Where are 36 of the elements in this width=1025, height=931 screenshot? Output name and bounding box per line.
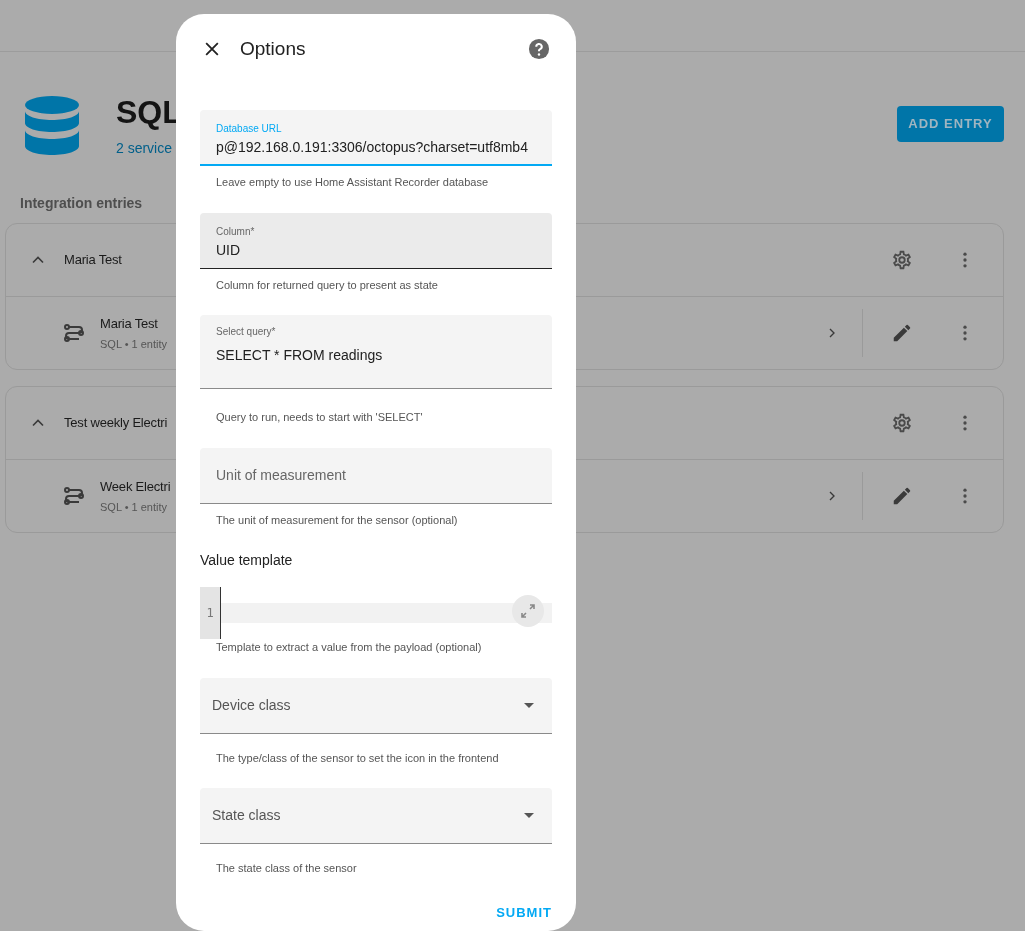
input-field[interactable]: Select query* SELECT * FROM readings	[200, 315, 552, 389]
edit-icon[interactable]	[891, 322, 913, 344]
service-icon	[62, 484, 86, 508]
helper-text: The state class of the sensor	[215, 861, 358, 876]
helper-text: The unit of measurement for the sensor (optional)	[215, 512, 459, 528]
help-icon[interactable]	[528, 38, 550, 60]
code-editor[interactable]: 1	[200, 587, 552, 639]
dialog-title: Options	[240, 36, 306, 61]
expand-icon[interactable]	[512, 595, 544, 627]
database-icon	[24, 95, 80, 157]
service-details: SQL • 1 entity	[100, 336, 168, 352]
helper-text: The type/class of the sensor to set the icon in the frontend	[215, 750, 500, 766]
settings-icon[interactable]	[891, 249, 913, 271]
edit-icon[interactable]	[891, 485, 913, 507]
service-name[interactable]: Maria Test	[100, 314, 168, 334]
helper-text: Template to extract a value from the payload (optional)	[215, 640, 483, 655]
service-name[interactable]: Week Electri	[100, 477, 171, 497]
section-heading: Value template	[200, 551, 294, 570]
dropdown-arrow-icon	[524, 702, 534, 708]
line-number: 1	[206, 605, 214, 622]
select-field[interactable]: State class	[200, 788, 552, 844]
helper-text: Leave empty to use Home Assistant Recorder database	[215, 175, 490, 190]
entry-title: Test weekly Electri	[64, 414, 168, 433]
integration-title: SQL	[116, 94, 182, 130]
helper-text: Query to run, needs to start with 'SELECT'	[215, 410, 424, 425]
settings-icon[interactable]	[891, 412, 913, 434]
section-heading: Integration entries	[19, 194, 144, 213]
service-details: SQL • 1 entity	[100, 499, 169, 515]
input-field[interactable]: Unit of measurement	[200, 447, 552, 504]
service-icon	[62, 321, 86, 345]
input-field[interactable]: Column* UID	[200, 212, 552, 269]
select-field[interactable]: Device class	[200, 677, 552, 734]
input-field[interactable]: Database URL p@192.168.0.191:3306/octopus?charset=utf8mb4	[200, 110, 552, 166]
entry-title: Maria Test	[64, 251, 122, 270]
helper-text: Column for returned query to present as state	[215, 277, 439, 293]
dropdown-arrow-icon	[524, 813, 534, 818]
